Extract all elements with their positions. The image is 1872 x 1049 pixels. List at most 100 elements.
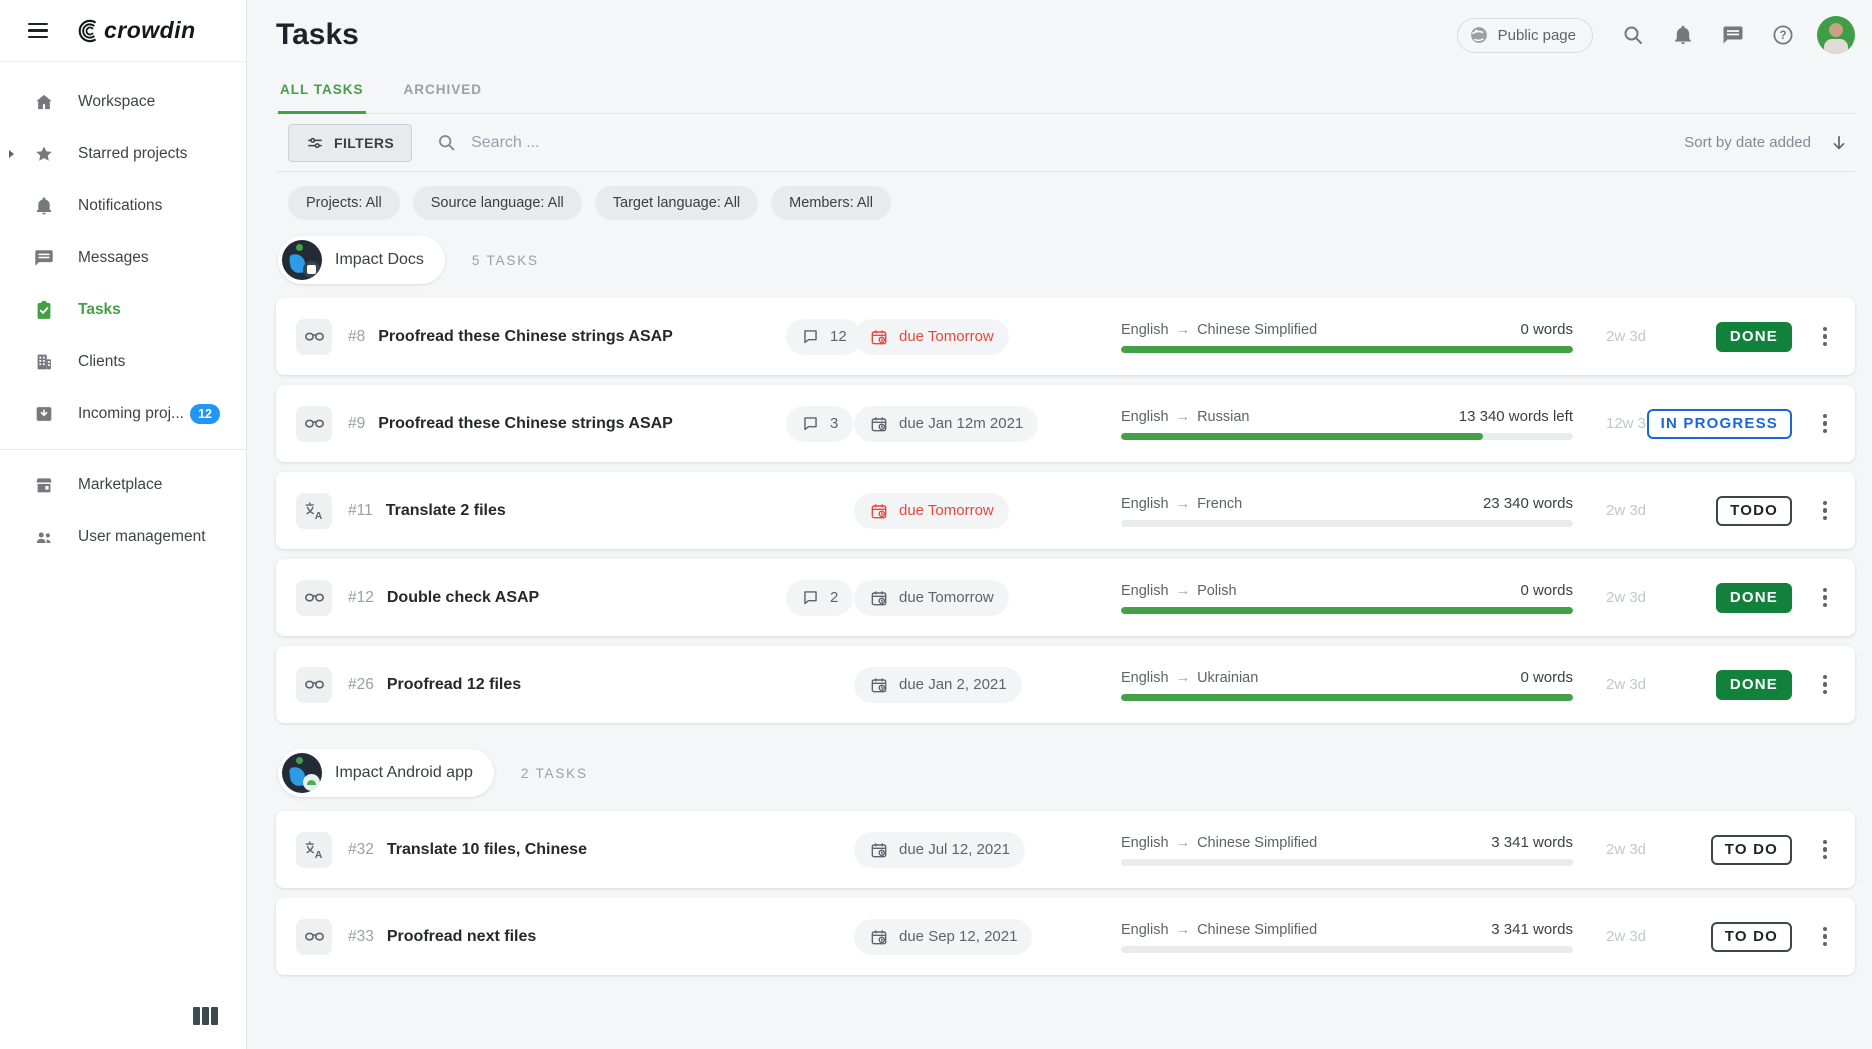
kebab-menu-icon[interactable] [1819,584,1832,612]
bell-icon [1671,23,1695,47]
svg-text:A: A [314,510,322,522]
filter-chip-members-all[interactable]: Members: All [771,186,891,220]
task-group: Impact Docs 5 TASKS #8 Proofread these C… [276,236,1855,723]
task-age: 2w 3d [1606,589,1646,606]
sidebar-item-tasks[interactable]: Tasks [0,284,246,336]
project-pill[interactable]: Impact Docs [278,236,445,284]
task-row[interactable]: A #11 Translate 2 files due Tomorrow Eng… [276,472,1855,549]
project-pill[interactable]: Impact Android app [278,749,494,797]
sidebar-item-workspace[interactable]: Workspace [0,76,246,128]
progress-bar [1121,694,1573,701]
filters-button[interactable]: FILTERS [288,124,412,162]
calendar-icon [869,327,889,347]
arrow-right-icon: → [1176,322,1191,338]
task-id: #12 [348,589,374,607]
due-date-label: due Tomorrow [899,502,994,519]
messages-icon [33,247,55,269]
kebab-menu-icon[interactable] [1819,410,1832,438]
kebab-menu-icon[interactable] [1819,923,1832,951]
comments-pill[interactable]: 2 [786,580,853,616]
comment-icon [801,414,820,433]
task-title[interactable]: Proofread next files [387,928,536,946]
task-row[interactable]: #26 Proofread 12 files due Jan 2, 2021 E… [276,646,1855,723]
comments-pill[interactable]: 12 [786,319,862,355]
incoming-icon [33,403,55,425]
due-date-label: due Tomorrow [899,589,994,606]
kebab-menu-icon[interactable] [1819,323,1832,351]
collapse-columns-icon[interactable] [193,1007,218,1025]
comments-pill[interactable]: 3 [786,406,853,442]
sidebar-item-marketplace[interactable]: Marketplace [0,459,246,511]
globe-icon [1468,24,1490,46]
progress-bar [1121,520,1573,527]
expand-arrow-icon[interactable] [9,150,14,158]
task-row[interactable]: #8 Proofread these Chinese strings ASAP … [276,298,1855,375]
tab-archived[interactable]: ARCHIVED [402,74,485,114]
due-date-pill: due Tomorrow [854,319,1009,355]
messages-button[interactable] [1713,15,1753,55]
status-badge: TO DO [1711,835,1792,865]
filter-chip-target-language-all[interactable]: Target language: All [595,186,758,220]
kebab-menu-icon[interactable] [1819,836,1832,864]
task-title[interactable]: Proofread 12 files [387,676,521,694]
calendar-icon [869,840,889,860]
task-title[interactable]: Translate 2 files [386,502,506,520]
sidebar-item-incoming-proj[interactable]: Incoming proj... 12 [0,388,246,440]
tab-all-tasks[interactable]: ALL TASKS [278,74,366,114]
filter-chip-projects-all[interactable]: Projects: All [288,186,400,220]
user-avatar[interactable] [1817,16,1855,54]
due-date-pill: due Sep 12, 2021 [854,919,1032,955]
sidebar-item-notifications[interactable]: Notifications [0,180,246,232]
task-group: Impact Android app 2 TASKS A #32 Transla… [276,749,1855,975]
sidebar-item-label: User management [78,528,206,546]
sidebar-item-clients[interactable]: Clients [0,336,246,388]
kebab-menu-icon[interactable] [1819,497,1832,525]
sidebar-item-label: Marketplace [78,476,162,494]
search-input[interactable] [469,133,949,153]
svg-text:?: ? [1779,30,1786,42]
word-count: 3 341 words [1491,921,1573,938]
target-language: Chinese Simplified [1197,322,1317,338]
task-row[interactable]: #33 Proofread next files due Sep 12, 202… [276,898,1855,975]
task-title[interactable]: Double check ASAP [387,589,539,607]
kebab-menu-icon[interactable] [1819,671,1832,699]
public-page-button[interactable]: Public page [1457,18,1593,53]
search-button[interactable] [1613,15,1653,55]
comment-icon [801,588,820,607]
sidebar-item-user-management[interactable]: User management [0,511,246,563]
hamburger-menu-icon[interactable] [22,17,54,45]
task-groups: Impact Docs 5 TASKS #8 Proofread these C… [276,236,1855,975]
notifications-button[interactable] [1663,15,1703,55]
sort-direction-icon[interactable] [1829,133,1849,153]
toolbar: FILTERS Sort by date added [276,114,1855,172]
sidebar-item-label: Messages [78,249,149,267]
help-button[interactable]: ? [1763,15,1803,55]
filter-icon [306,134,324,152]
source-language: English [1121,670,1169,686]
progress-bar [1121,859,1573,866]
task-id: #33 [348,928,374,946]
task-row[interactable]: #9 Proofread these Chinese strings ASAP … [276,385,1855,462]
due-date-label: due Sep 12, 2021 [899,928,1017,945]
group-task-count: 2 TASKS [521,766,588,781]
task-row[interactable]: A #32 Translate 10 files, Chinese due Ju… [276,811,1855,888]
sort-control[interactable]: Sort by date added [1684,133,1849,153]
users-icon [33,526,55,548]
task-title[interactable]: Proofread these Chinese strings ASAP [378,415,673,433]
crowdin-logo[interactable]: crowdin [70,16,196,46]
task-title[interactable]: Proofread these Chinese strings ASAP [378,328,673,346]
count-badge: 12 [190,404,220,424]
status-badge: TODO [1716,496,1792,526]
public-page-label: Public page [1498,27,1576,44]
target-language: French [1197,496,1242,512]
arrow-right-icon: → [1176,583,1191,599]
task-id: #11 [348,502,373,520]
sidebar-item-starred-projects[interactable]: Starred projects [0,128,246,180]
task-title[interactable]: Translate 10 files, Chinese [387,841,587,859]
arrow-right-icon: → [1176,496,1191,512]
sidebar-item-messages[interactable]: Messages [0,232,246,284]
filter-chip-source-language-all[interactable]: Source language: All [413,186,582,220]
task-row[interactable]: #12 Double check ASAP 2 due Tomorrow Eng… [276,559,1855,636]
sidebar-item-label: Notifications [78,197,162,215]
topbar-actions: Public page ? [1457,15,1855,55]
